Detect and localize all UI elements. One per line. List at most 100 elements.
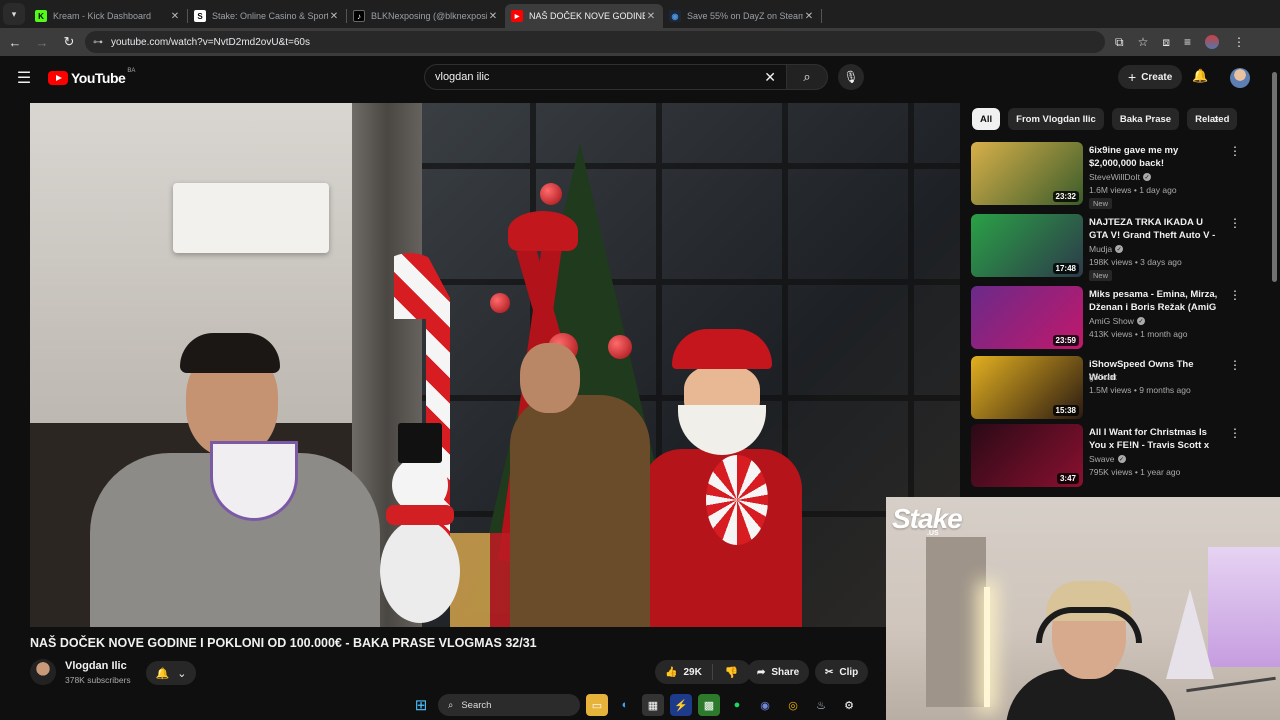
related-video-title[interactable]: Miks pesama - Emina, Mirza, Dženan i Bor… (1089, 288, 1221, 314)
steam-favicon-icon: ◉ (669, 10, 681, 22)
app-icon[interactable]: ⚡ (670, 694, 692, 716)
site-info-icon[interactable]: ⊶ (93, 37, 103, 48)
related-video-channel[interactable]: golfcart (1089, 372, 1117, 382)
back-arrow-icon[interactable]: ← (3, 30, 27, 54)
profile-flag-icon[interactable] (1205, 35, 1219, 49)
url-text: youtube.com/watch?v=NvtD2md2ovU&t=60s (111, 36, 310, 48)
forward-arrow-icon[interactable]: → (30, 30, 54, 54)
channel-name: AmiG Show (1089, 316, 1134, 326)
related-video-channel[interactable]: Mudja ✓ (1089, 244, 1124, 254)
related-video-title[interactable]: All I Want for Christmas Is You x FE!N -… (1089, 426, 1221, 452)
discord-icon[interactable]: ◉ (754, 694, 776, 716)
bookmark-star-icon[interactable]: ☆ (1138, 35, 1149, 49)
related-video-channel[interactable]: AmiG Show ✓ (1089, 316, 1145, 326)
tab-separator (821, 9, 822, 23)
headphones-icon (1036, 607, 1142, 643)
share-button[interactable]: ➦ Share (747, 660, 810, 684)
channel-name[interactable]: Vlogdan Ilic (65, 660, 127, 672)
tab-kick-dashboard[interactable]: K Kream - Kick Dashboard ✕ (29, 4, 187, 28)
store-icon[interactable]: ▦ (642, 694, 664, 716)
subscription-bell-button[interactable]: 🔔 ⌄ (146, 661, 196, 685)
channel-name: golfcart (1089, 372, 1117, 382)
browser-toolbar: ← → ↻ ⊶ youtube.com/watch?v=NvtD2md2ovU&… (0, 28, 1280, 56)
search-input[interactable]: vlogdan ilic ✕ (424, 64, 786, 90)
like-button[interactable]: 👍 29K (655, 664, 713, 680)
related-video-title[interactable]: NAJTEZA TRKA IKADA U GTA V! Grand Theft … (1089, 216, 1221, 242)
voice-search-mic-icon[interactable]: 🎙 (838, 64, 864, 90)
related-video-item[interactable]: 15:38 iShowSpeed Owns The World golfcart 1.… (971, 356, 1251, 420)
chrome-icon[interactable]: ◎ (782, 694, 804, 716)
taskbar-search[interactable]: ⌕ Search (438, 694, 580, 716)
chip-related[interactable]: Related (1187, 108, 1238, 130)
share-arrow-icon: ➦ (757, 666, 766, 678)
settings-gear-icon[interactable]: ⚙ (838, 694, 860, 716)
video-player[interactable] (30, 103, 960, 627)
related-video-item[interactable]: 17:48 NAJTEZA TRKA IKADA U GTA V! Grand T… (971, 214, 1251, 281)
dislike-button[interactable]: 👎 (713, 666, 751, 679)
tab-search-chevron-icon[interactable]: ▾ (3, 3, 25, 25)
address-bar[interactable]: ⊶ youtube.com/watch?v=NvtD2md2ovU&t=60s (85, 31, 1105, 53)
clear-search-icon[interactable]: ✕ (764, 69, 776, 86)
channel-avatar[interactable] (30, 659, 56, 685)
minecraft-icon[interactable]: ▩ (698, 694, 720, 716)
tab-close-icon[interactable]: ✕ (328, 11, 340, 22)
clip-button[interactable]: ✂ Clip (815, 660, 869, 684)
more-options-icon[interactable]: ⋮ (1229, 144, 1241, 158)
more-options-icon[interactable]: ⋮ (1229, 288, 1241, 302)
related-video-item[interactable]: 23:59 Miks pesama - Emina, Mirza, Dženan … (971, 286, 1251, 350)
video-thumbnail[interactable]: 23:59 (971, 286, 1083, 349)
more-options-icon[interactable]: ⋮ (1229, 216, 1241, 230)
video-thumbnail[interactable]: 17:48 (971, 214, 1083, 277)
related-video-channel[interactable]: Swave ✓ (1089, 454, 1126, 464)
tab-steam-dayz[interactable]: ◉ Save 55% on DayZ on Steam ✕ (663, 4, 821, 28)
related-video-item[interactable]: 23:32 6ix9ine gave me my $2,000,000 back!… (971, 142, 1251, 209)
related-video-title[interactable]: 6ix9ine gave me my $2,000,000 back! (1089, 144, 1221, 170)
edge-browser-icon[interactable]: ◐ (614, 694, 636, 716)
related-video-item[interactable]: 3:47 All I Want for Christmas Is You x FE… (971, 424, 1251, 488)
video-thumbnail[interactable]: 23:32 (971, 142, 1083, 205)
scissors-icon: ✂ (825, 666, 834, 678)
tab-youtube-active[interactable]: ▶ NAŠ DOČEK NOVE GODINE I PO ✕ (505, 4, 663, 28)
share-label: Share (771, 666, 800, 678)
youtube-logo[interactable]: YouTube BA (48, 68, 135, 86)
notifications-bell-icon[interactable]: 🔔 (1192, 68, 1208, 84)
stake-logo-sub: .US (927, 530, 939, 537)
bell-icon: 🔔 (155, 667, 170, 680)
tab-stake-casino[interactable]: S Stake: Online Casino & Sports ✕ (188, 4, 346, 28)
more-options-icon[interactable]: ⋮ (1229, 358, 1241, 372)
tab-close-icon[interactable]: ✕ (169, 11, 181, 22)
chips-next-arrow-icon[interactable]: › (1214, 111, 1218, 126)
tab-close-icon[interactable]: ✕ (487, 11, 499, 22)
related-video-channel[interactable]: SteveWillDoIt ✓ (1089, 172, 1152, 182)
video-duration: 23:59 (1052, 335, 1079, 346)
hamburger-menu-icon[interactable]: ☰ (4, 68, 44, 88)
media-control-icon[interactable]: ≡ (1184, 35, 1191, 49)
search-icon: ⌕ (448, 699, 454, 711)
more-options-icon[interactable]: ⋮ (1229, 426, 1241, 440)
steam-icon[interactable]: ♨ (810, 694, 832, 716)
channel-name: SteveWillDoIt (1089, 172, 1141, 182)
video-thumbnail[interactable]: 15:38 (971, 356, 1083, 419)
chip-from-channel[interactable]: From Vlogdan Ilic (1008, 108, 1104, 130)
tab-tiktok[interactable]: ♪ BLKNexposing (@blknexposing ✕ (347, 4, 505, 28)
tab-close-icon[interactable]: ✕ (645, 11, 657, 22)
video-frame-bow (508, 211, 578, 251)
search-button[interactable]: ⌕ (786, 64, 828, 90)
chip-baka-prase[interactable]: Baka Prase (1111, 108, 1180, 130)
extensions-puzzle-icon[interactable]: ⧈ (1162, 35, 1170, 50)
create-button[interactable]: + Create (1118, 65, 1183, 89)
user-avatar[interactable] (1230, 68, 1250, 88)
chip-all[interactable]: All (972, 108, 1001, 130)
tab-close-icon[interactable]: ✕ (803, 11, 815, 22)
video-thumbnail[interactable]: 3:47 (971, 424, 1083, 487)
file-explorer-icon[interactable]: ▭ (586, 694, 608, 716)
channel-name: Mudja (1089, 244, 1113, 254)
reload-icon[interactable]: ↻ (57, 30, 81, 54)
snowman-body (380, 519, 460, 623)
video-frame-person-left (90, 333, 380, 627)
browser-menu-icon[interactable]: ⋮ (1233, 35, 1245, 49)
spotify-icon[interactable]: ● (726, 694, 748, 716)
scrollbar-thumb[interactable] (1272, 72, 1277, 282)
windows-start-icon[interactable]: ⊞ (410, 694, 432, 716)
cast-icon[interactable]: ⧉ (1115, 35, 1124, 50)
